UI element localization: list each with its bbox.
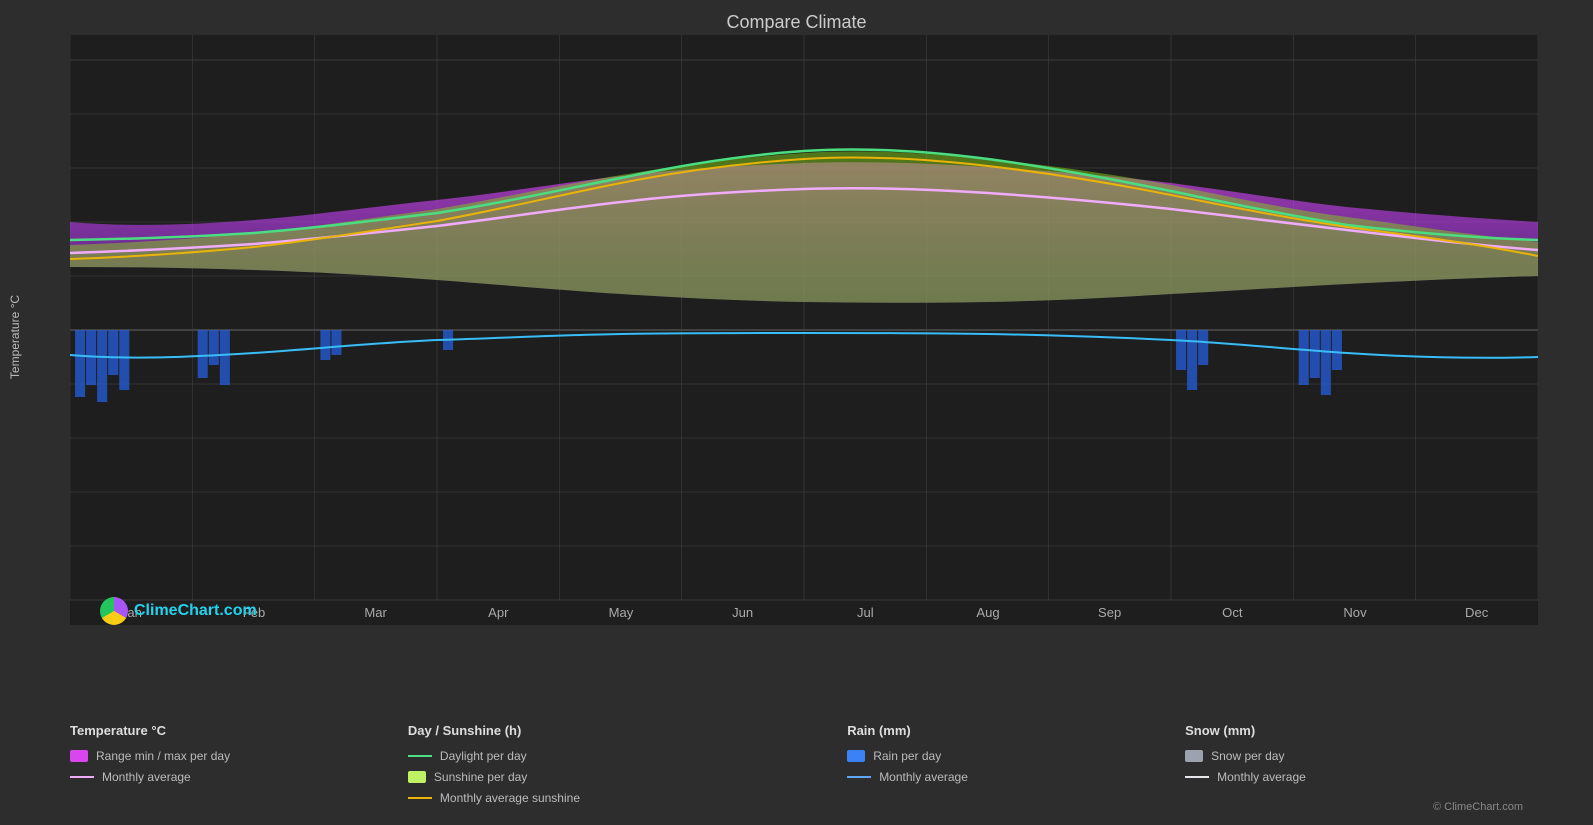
- svg-text:Apr: Apr: [488, 605, 509, 620]
- legend-rain-avg: Monthly average: [847, 770, 1185, 784]
- svg-text:Mar: Mar: [364, 605, 387, 620]
- svg-text:Sep: Sep: [1098, 605, 1121, 620]
- snow-avg-swatch: [1185, 776, 1209, 778]
- svg-text:Oct: Oct: [1222, 605, 1243, 620]
- legend-snow-avg: Monthly average: [1185, 770, 1523, 784]
- legend-rain-title: Rain (mm): [847, 723, 1185, 738]
- legend-snow-title: Snow (mm): [1185, 723, 1523, 738]
- legend-temp-range: Range min / max per day: [70, 749, 408, 763]
- temp-range-swatch: [70, 750, 88, 762]
- svg-text:Jul: Jul: [857, 605, 874, 620]
- legend-sunshine-title: Day / Sunshine (h): [408, 723, 847, 738]
- legend-sunshine: Day / Sunshine (h) Daylight per day Suns…: [408, 723, 847, 805]
- sunshine-avg-swatch: [408, 797, 432, 799]
- legend-temp-avg: Monthly average: [70, 770, 408, 784]
- daylight-swatch: [408, 755, 432, 757]
- svg-text:Dec: Dec: [1465, 605, 1489, 620]
- legend-rain-per-day: Rain per day: [847, 749, 1185, 763]
- main-chart-svg: Jan Feb Mar Apr May Jun Jul Aug Sep Oct …: [70, 35, 1538, 625]
- svg-text:Jun: Jun: [732, 605, 753, 620]
- rain-swatch: [847, 750, 865, 762]
- copyright: © ClimeChart.com: [1433, 801, 1523, 813]
- legend-rain: Rain (mm) Rain per day Monthly average: [847, 723, 1185, 805]
- sunshine-swatch: [408, 771, 426, 783]
- legend-daylight: Daylight per day: [408, 749, 847, 763]
- page-title: Compare Climate: [0, 0, 1593, 37]
- legend-snow-per-day: Snow per day: [1185, 749, 1523, 763]
- legend-snow: Snow (mm) Snow per day Monthly average: [1185, 723, 1523, 805]
- left-axis-label: Temperature °C: [8, 295, 22, 379]
- legend-temperature: Temperature °C Range min / max per day M…: [70, 723, 408, 805]
- svg-text:Aug: Aug: [976, 605, 999, 620]
- logo-text-bottom: ClimeChart.com: [134, 602, 257, 620]
- legend-temp-title: Temperature °C: [70, 723, 408, 738]
- snow-swatch: [1185, 750, 1203, 762]
- svg-text:Nov: Nov: [1343, 605, 1367, 620]
- logo-bottom-left: ClimeChart.com: [100, 597, 257, 625]
- svg-text:May: May: [609, 605, 634, 620]
- legend-area: Temperature °C Range min / max per day M…: [0, 723, 1593, 805]
- legend-sunshine-per-day: Sunshine per day: [408, 770, 847, 784]
- main-container: Compare Climate San Diego San Diego Clim…: [0, 0, 1593, 825]
- rain-avg-swatch: [847, 776, 871, 778]
- temp-avg-line-swatch: [70, 776, 94, 778]
- logo-icon-bottom: [100, 597, 128, 625]
- legend-sunshine-avg: Monthly average sunshine: [408, 791, 847, 805]
